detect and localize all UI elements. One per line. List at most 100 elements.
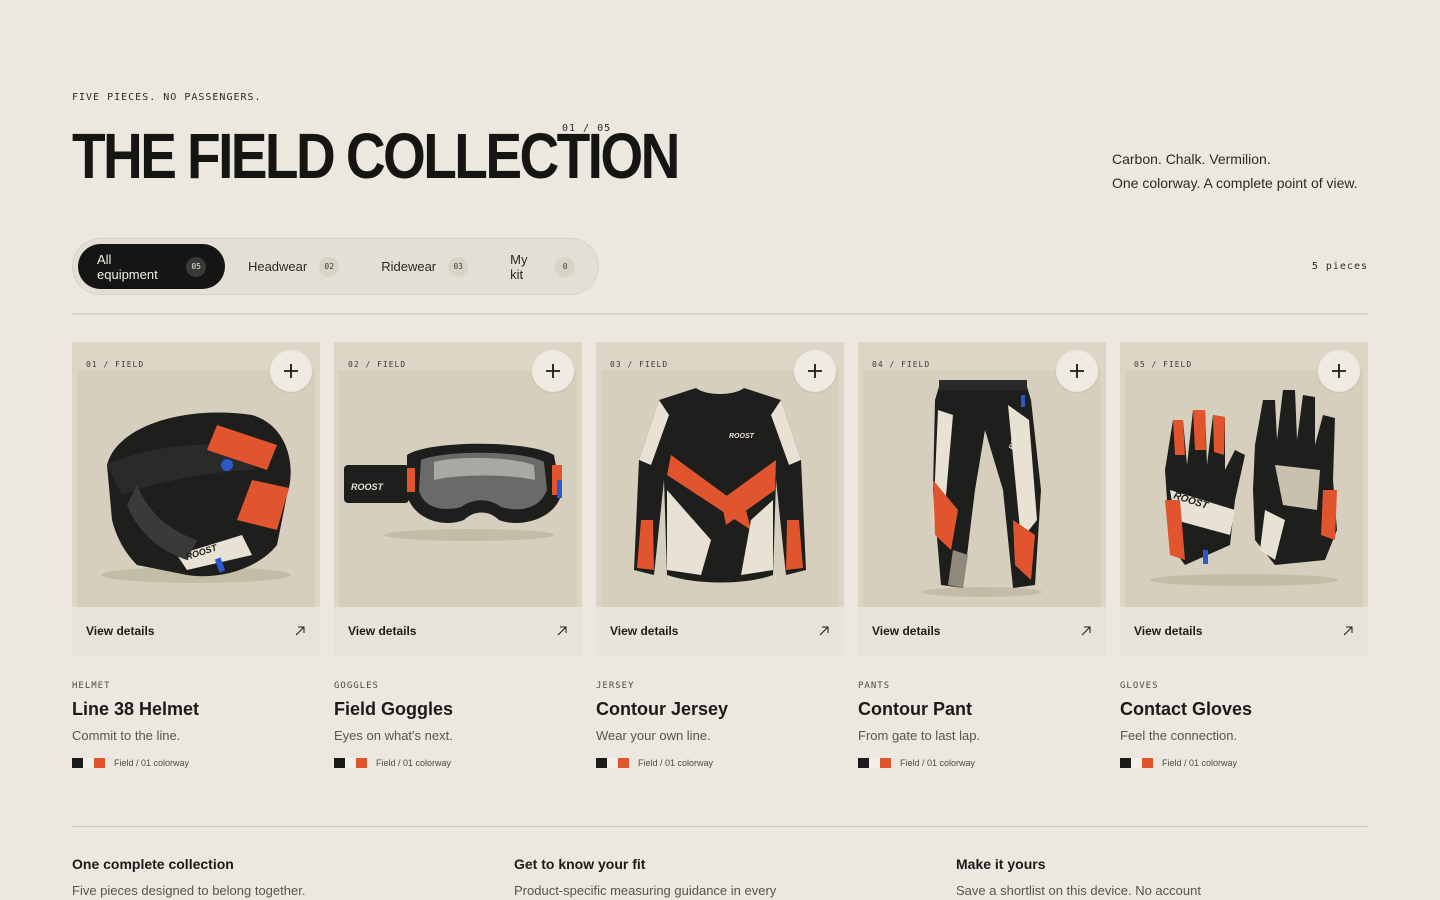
collection-counter: 01 / 05 [562, 123, 612, 134]
product-name[interactable]: Contour Jersey [596, 699, 844, 720]
tagline-line-1: Carbon. Chalk. Vermilion. [1112, 151, 1271, 167]
filter-ridewear[interactable]: Ridewear 03 [362, 244, 487, 289]
filter-my-kit[interactable]: My kit 0 [491, 244, 594, 289]
plus-icon [1070, 364, 1084, 378]
colorway-label: Field / 01 colorway [900, 758, 976, 768]
feature-heading: Get to know your fit [514, 856, 646, 872]
swatch-carbon [72, 758, 83, 768]
feature-make-it-yours: Make it yours Save a shortlist on this d… [956, 856, 1256, 898]
product-image[interactable]: 02 / FIELD ROOST [334, 342, 582, 607]
colorway-swatches: Field / 01 colorway [72, 758, 320, 768]
product-image[interactable]: 03 / FIELD ROOST [596, 342, 844, 607]
colorway-swatches: Field / 01 colorway [596, 758, 844, 768]
product-name[interactable]: Field Goggles [334, 699, 582, 720]
add-to-kit-button[interactable] [532, 350, 574, 392]
feature-collection: One complete collection Five pieces desi… [72, 856, 372, 898]
pieces-count: 5 pieces [1311, 261, 1368, 272]
add-to-kit-button[interactable] [1056, 350, 1098, 392]
filter-count-badge: 02 [319, 256, 340, 277]
product-category: GOGGLES [334, 681, 379, 691]
brand-wordmark: ROOST [351, 482, 385, 492]
feature-body: Five pieces designed to belong together. [72, 883, 306, 898]
swatch-chalk [607, 758, 618, 768]
filter-all-equipment[interactable]: All equipment 05 [78, 244, 225, 289]
swatch-vermilion [880, 758, 891, 768]
product-description: Eyes on what's next. [334, 728, 453, 743]
view-details-link[interactable]: View details [72, 607, 320, 655]
add-to-kit-button[interactable] [270, 350, 312, 392]
feature-fit: Get to know your fit Product-specific me… [514, 856, 814, 898]
collection-eyebrow: FIVE PIECES. NO PASSENGERS. [72, 92, 262, 103]
category-filter-bar: All equipment 05 Headwear 02 Ridewear 03… [72, 238, 599, 295]
feature-heading: Make it yours [956, 856, 1046, 872]
swatch-vermilion [1142, 758, 1153, 768]
swatch-vermilion [94, 758, 105, 768]
view-details-label: View details [1134, 624, 1203, 638]
colorway-swatches: Field / 01 colorway [334, 758, 582, 768]
brand-wordmark: ROOST [729, 433, 755, 440]
view-details-link[interactable]: View details [858, 607, 1106, 655]
swatch-vermilion [618, 758, 629, 768]
features-divider [72, 826, 1368, 827]
colorway-label: Field / 01 colorway [114, 758, 190, 768]
arrow-up-right-icon [1343, 626, 1353, 636]
header-divider [72, 313, 1368, 315]
colorway-label: Field / 01 colorway [376, 758, 452, 768]
view-details-link[interactable]: View details [596, 607, 844, 655]
product-description: Wear your own line. [596, 728, 711, 743]
plus-icon [284, 364, 298, 378]
jersey-icon: ROOST [634, 388, 806, 583]
arrow-up-right-icon [557, 626, 567, 636]
product-code: 05 / FIELD [1134, 360, 1193, 369]
view-details-link[interactable]: View details [334, 607, 582, 655]
swatch-carbon [858, 758, 869, 768]
swatch-chalk [345, 758, 356, 768]
product-category: GLOVES [1120, 681, 1159, 691]
product-image[interactable]: 04 / FIELD ROOST [858, 342, 1106, 607]
product-description: Commit to the line. [72, 728, 181, 743]
product-code: 03 / FIELD [610, 360, 669, 369]
product-category: JERSEY [596, 681, 635, 691]
arrow-up-right-icon [1081, 626, 1091, 636]
filter-count-badge: 05 [186, 256, 206, 277]
swatch-carbon [596, 758, 607, 768]
plus-icon [1332, 364, 1346, 378]
product-card-gloves: 05 / FIELD ROOST View details GLOVES Con… [1120, 342, 1368, 768]
view-details-label: View details [610, 624, 679, 638]
filter-label: Headwear [247, 259, 308, 274]
product-description: Feel the connection. [1120, 728, 1238, 743]
gloves-icon: ROOST [1149, 390, 1339, 586]
product-category: PANTS [858, 681, 891, 691]
feature-heading: One complete collection [72, 856, 234, 872]
product-category: HELMET [72, 681, 111, 691]
product-name[interactable]: Line 38 Helmet [72, 699, 320, 720]
view-details-label: View details [86, 624, 155, 638]
product-code: 04 / FIELD [872, 360, 931, 369]
swatch-chalk [1131, 758, 1142, 768]
swatch-vermilion [356, 758, 367, 768]
colorway-label: Field / 01 colorway [1162, 758, 1238, 768]
product-image[interactable]: 01 / FIELD ROOST [72, 342, 320, 607]
arrow-up-right-icon [295, 626, 305, 636]
filter-label: Ridewear [381, 259, 437, 274]
product-description: From gate to last lap. [858, 728, 981, 743]
filter-label: All equipment [97, 251, 158, 282]
swatch-carbon [334, 758, 345, 768]
feature-body: Save a shortlist on this device. No acco… [956, 883, 1201, 898]
product-code: 02 / FIELD [348, 360, 407, 369]
product-name[interactable]: Contact Gloves [1120, 699, 1368, 720]
filter-headwear[interactable]: Headwear 02 [229, 244, 358, 289]
add-to-kit-button[interactable] [794, 350, 836, 392]
swatch-chalk [83, 758, 94, 768]
add-to-kit-button[interactable] [1318, 350, 1360, 392]
plus-icon [546, 364, 560, 378]
plus-icon [808, 364, 822, 378]
product-image[interactable]: 05 / FIELD ROOST [1120, 342, 1368, 607]
view-details-link[interactable]: View details [1120, 607, 1368, 655]
product-card-jersey: 03 / FIELD ROOST View details JERSEY Con… [596, 342, 844, 768]
product-name[interactable]: Contour Pant [858, 699, 1106, 720]
feature-body: Product-specific measuring guidance in e… [514, 883, 777, 898]
product-code: 01 / FIELD [86, 360, 145, 369]
pants-icon: ROOST [922, 380, 1042, 597]
colorway-label: Field / 01 colorway [638, 758, 714, 768]
